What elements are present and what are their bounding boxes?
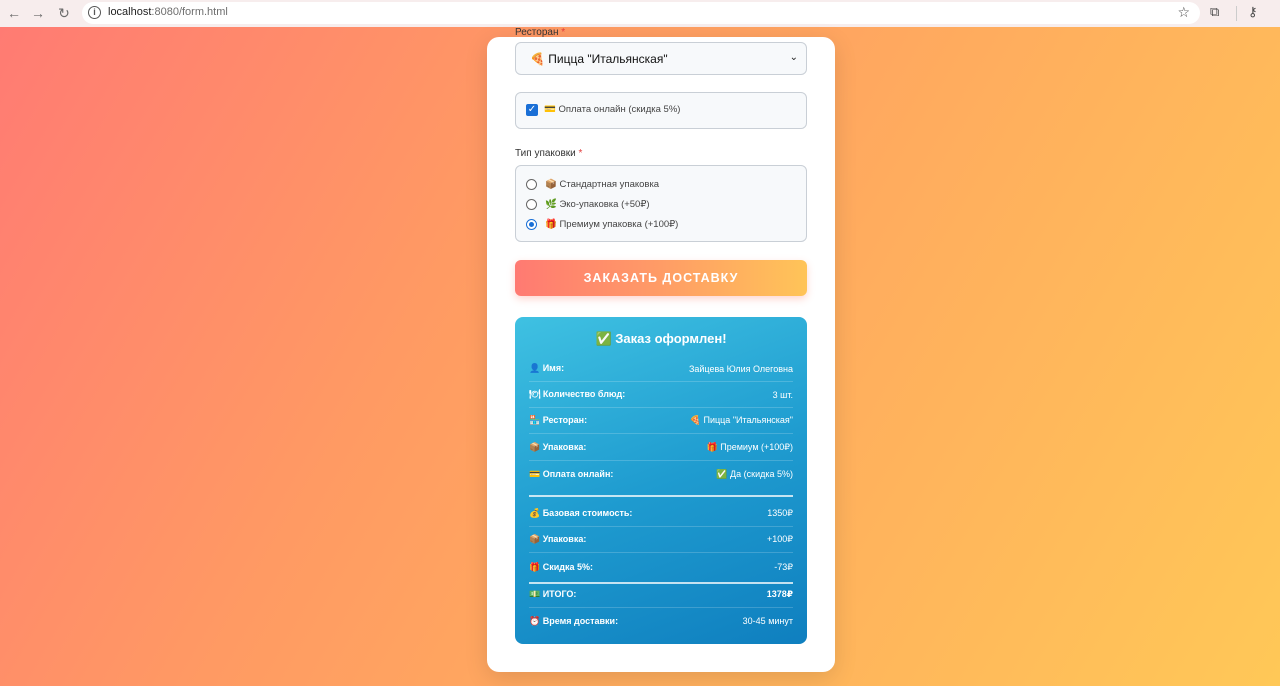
url-host: localhost [108,6,152,18]
summary-row-base-cost: 💰 Базовая стоимость: 1350₽ [529,501,793,527]
summary-row-discount: 🎁 Скидка 5%: -73₽ [529,554,793,580]
summary-key: 🎁 Скидка 5%: [529,561,593,572]
packaging-option-label: 🌿 Эко-упаковка (+50₽) [545,198,650,210]
summary-row-delivery-time: ⏰ Время доставки: 30-45 минут [529,608,793,634]
radio-eco[interactable] [526,198,537,210]
summary-value: Зайцева Юлия Олеговна [688,363,793,374]
browser-toolbar: ← → ↻ i localhost:8080/form.html ☆ ⧉ ⚷ [0,0,1280,27]
summary-value: ✅ Да (скидка 5%) [716,468,793,479]
packaging-label: Тип упаковки * [515,148,582,159]
packaging-option-label: 📦 Стандартная упаковка [545,178,660,190]
summary-row-packaging-cost: 📦 Упаковка: +100₽ [529,527,793,553]
summary-value: +100₽ [767,534,793,544]
summary-row-packaging: 📦 Упаковка: 🎁 Премиум (+100₽) [529,435,793,461]
summary-row-restaurant: 🏪 Ресторан: 🍕 Пицца "Итальянская" [529,408,793,434]
summary-key: 💵 ИТОГО: [529,589,577,599]
summary-row-name: 👤 Имя: Зайцева Юлия Олеговна [529,356,793,382]
summary-row-total: 💵 ИТОГО: 1378₽ [529,582,793,608]
summary-key: ⏰ Время доставки: [529,615,619,626]
toolbar-separator [1236,6,1237,21]
online-payment-option[interactable]: ✓ 💳 Оплата онлайн (скидка 5%) [515,92,807,129]
summary-row-online-payment: 💳 Оплата онлайн: ✅ Да (скидка 5%) [529,461,793,487]
summary-value: -73₽ [774,561,793,572]
summary-row-dish-count: 🍽 Количество блюд: 3 шт. [529,382,793,408]
page-background: Ресторан * 🍕 Пицца "Итальянская" ⌄ ✓ 💳 О… [0,27,1280,686]
restaurant-label: Ресторан * [515,27,565,38]
packaging-option-premium[interactable]: 🎁 Премиум упаковка (+100₽) [526,217,678,231]
restaurant-select-value: 🍕 Пицца "Итальянская" [530,51,668,66]
online-payment-label: 💳 Оплата онлайн (скидка 5%) [544,104,681,115]
back-arrow-icon[interactable]: ← [4,4,24,22]
summary-value: 3 шт. [772,389,793,400]
summary-value: 30-45 минут [742,616,793,626]
extensions-icon[interactable]: ⧉ [1210,4,1219,20]
summary-key: 💳 Оплата онлайн: [529,468,614,479]
summary-key: 📦 Упаковка: [529,442,587,452]
forward-arrow-icon[interactable]: → [28,4,48,22]
summary-value: 🎁 Премиум (+100₽) [706,442,793,452]
online-payment-checkbox[interactable]: ✓ [526,104,538,116]
order-form-card: Ресторан * 🍕 Пицца "Итальянская" ⌄ ✓ 💳 О… [487,27,835,672]
required-mark: * [561,27,566,38]
packaging-option-label: 🎁 Премиум упаковка (+100₽) [545,218,679,230]
packaging-option-eco[interactable]: 🌿 Эко-упаковка (+50₽) [526,197,650,211]
radio-premium[interactable] [526,218,537,230]
summary-key: 🍽 Количество блюд: [529,389,626,399]
restaurant-select[interactable]: 🍕 Пицца "Итальянская" ⌄ [515,42,807,75]
order-summary-panel: ✅ Заказ оформлен! 👤 Имя: Зайцева Юлия Ол… [515,317,807,644]
order-delivery-button[interactable]: ЗАКАЗАТЬ ДОСТАВКУ [515,260,807,296]
summary-title: ✅ Заказ оформлен! [595,331,727,346]
password-key-icon[interactable]: ⚷ [1248,4,1258,20]
summary-key: 💰 Базовая стоимость: [529,508,633,518]
required-mark: * [578,148,583,159]
summary-key: 🏪 Ресторан: [529,415,588,425]
reload-icon[interactable]: ↻ [54,4,74,22]
bookmark-star-icon[interactable]: ☆ [1177,4,1190,21]
chevron-down-icon: ⌄ [789,52,798,63]
url-text: localhost:8080/form.html [108,6,228,18]
radio-standard[interactable] [526,178,537,190]
packaging-label-text: Тип упаковки [515,148,576,159]
restaurant-label-text: Ресторан [515,27,559,38]
summary-total-value: 1378₽ [766,589,793,599]
packaging-option-standard[interactable]: 📦 Стандартная упаковка [526,177,659,191]
summary-key: 👤 Имя: [529,363,565,373]
summary-value: 1350₽ [767,508,793,518]
address-bar[interactable]: i localhost:8080/form.html ☆ [82,2,1200,24]
packaging-radio-group: 📦 Стандартная упаковка 🌿 Эко-упаковка (+… [515,165,807,242]
url-path: :8080/form.html [151,6,228,18]
summary-value: 🍕 Пицца "Итальянская" [689,415,793,425]
site-info-icon[interactable]: i [88,6,101,19]
summary-divider [529,495,793,497]
summary-key: 📦 Упаковка: [529,534,587,544]
